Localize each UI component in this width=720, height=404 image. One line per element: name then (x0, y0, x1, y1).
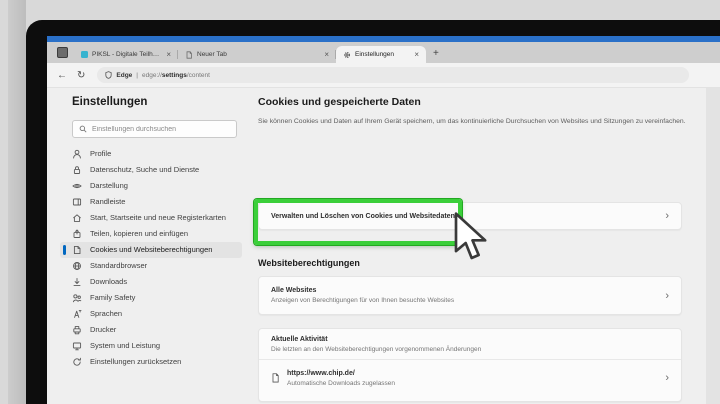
tab-close-icon[interactable]: × (412, 50, 421, 59)
gear-favicon (343, 51, 351, 59)
page-right-edge (706, 88, 720, 404)
tab-strip: PIKSL - Digitale Teilhabe für M... × Neu… (47, 42, 720, 63)
appearance-icon (72, 181, 82, 191)
sidebar-item-profile[interactable]: Profile (60, 146, 242, 162)
recent-activity-title: Aktuelle Aktivität (271, 336, 669, 343)
page-favicon (185, 51, 193, 59)
languages-icon (72, 309, 82, 319)
tab-close-icon[interactable]: × (164, 50, 173, 59)
tab-title: Neuer Tab (197, 51, 318, 58)
downloads-icon (72, 277, 82, 287)
privacy-icon (72, 165, 82, 175)
address-divider: | (136, 72, 138, 79)
settings-page: Einstellungen Profile D (47, 88, 720, 404)
sidebar-item-family-safety[interactable]: Family Safety (60, 290, 242, 306)
refresh-icon[interactable]: ↻ (77, 70, 85, 81)
all-websites-row[interactable]: Alle Websites Anzeigen von Berechtigunge… (258, 276, 682, 315)
monitor-photo: PIKSL - Digitale Teilhabe für M... × Neu… (0, 0, 720, 404)
reset-icon (72, 357, 82, 367)
new-tab-button[interactable]: + (433, 48, 439, 59)
tab-close-icon[interactable]: × (322, 50, 331, 59)
sidebar-item-datenschutz[interactable]: Datenschutz, Suche und Dienste (60, 162, 242, 178)
address-url: edge://settings/content (142, 72, 210, 79)
sidebar-item-system[interactable]: System und Leistung (60, 338, 242, 354)
sidebar-item-standardbrowser[interactable]: Standardbrowser (60, 258, 242, 274)
sidebar-item-drucker[interactable]: Drucker (60, 322, 242, 338)
system-icon (72, 341, 82, 351)
sidebar-item-sprachen[interactable]: Sprachen (60, 306, 242, 322)
address-badge: Edge (116, 72, 132, 79)
tab-einstellungen[interactable]: Einstellungen × (336, 46, 426, 63)
sidebar-item-start[interactable]: Start, Startseite und neue Registerkarte… (60, 210, 242, 226)
monitor-side-band (8, 0, 26, 404)
sidebar-item-darstellung[interactable]: Darstellung (60, 178, 242, 194)
family-safety-icon (72, 293, 82, 303)
tab-title: Einstellungen (355, 51, 408, 58)
default-browser-icon (72, 261, 82, 271)
sidebar-item-downloads[interactable]: Downloads (60, 274, 242, 290)
url-scheme: edge:// (142, 72, 162, 79)
url-path: /content (187, 72, 210, 79)
mouse-cursor (451, 212, 491, 262)
sidebar-item-randleiste[interactable]: Randleiste (60, 194, 242, 210)
share-icon (72, 229, 82, 239)
document-icon (271, 373, 280, 383)
url-host: settings (162, 72, 187, 79)
recent-activity-subtitle: Die letzten an den Websiteberechtigungen… (271, 346, 669, 353)
printer-icon (72, 325, 82, 335)
recent-activity-card: Aktuelle Aktivität Die letzten an den We… (258, 328, 682, 402)
tab-title: PIKSL - Digitale Teilhabe für M... (92, 51, 160, 58)
sidebar-item-teilen[interactable]: Teilen, kopieren und einfügen (60, 226, 242, 242)
settings-nav: Profile Datenschutz, Suche und Dienste D… (60, 146, 242, 370)
piksl-favicon (81, 51, 88, 58)
browser-window: PIKSL - Digitale Teilhabe für M... × Neu… (47, 36, 720, 404)
address-bar[interactable]: Edge | edge://settings/content (97, 67, 689, 83)
cookies-icon (72, 245, 82, 255)
activity-site-row[interactable]: https://www.chip.de/ Automatische Downlo… (259, 360, 681, 396)
section-heading-websiteberechtigungen: Websiteberechtigungen (258, 258, 360, 268)
page-title: Cookies und gespeicherte Daten (258, 96, 421, 108)
shield-icon (105, 71, 112, 79)
profile-icon (72, 149, 82, 159)
start-home-icon (72, 213, 82, 223)
tab-neuer-tab[interactable]: Neuer Tab × (178, 46, 336, 63)
search-input[interactable] (92, 126, 222, 133)
back-icon[interactable]: ← (57, 70, 67, 81)
tab-piksl[interactable]: PIKSL - Digitale Teilhabe für M... × (74, 46, 178, 63)
settings-title: Einstellungen (72, 96, 147, 108)
page-description: Sie können Cookies und Daten auf Ihrem G… (258, 117, 686, 127)
tab-actions-menu-icon[interactable] (57, 47, 68, 58)
sidebar-item-zuruecksetzen[interactable]: Einstellungen zurücksetzen (60, 354, 242, 370)
sidebar-panel-icon (72, 197, 82, 207)
search-icon (79, 125, 87, 133)
browser-toolbar: ← ↻ Edge | edge://settings/content (47, 63, 720, 88)
sidebar-item-cookies[interactable]: Cookies und Websiteberechtigungen (60, 242, 242, 258)
settings-search-box[interactable] (72, 120, 237, 138)
